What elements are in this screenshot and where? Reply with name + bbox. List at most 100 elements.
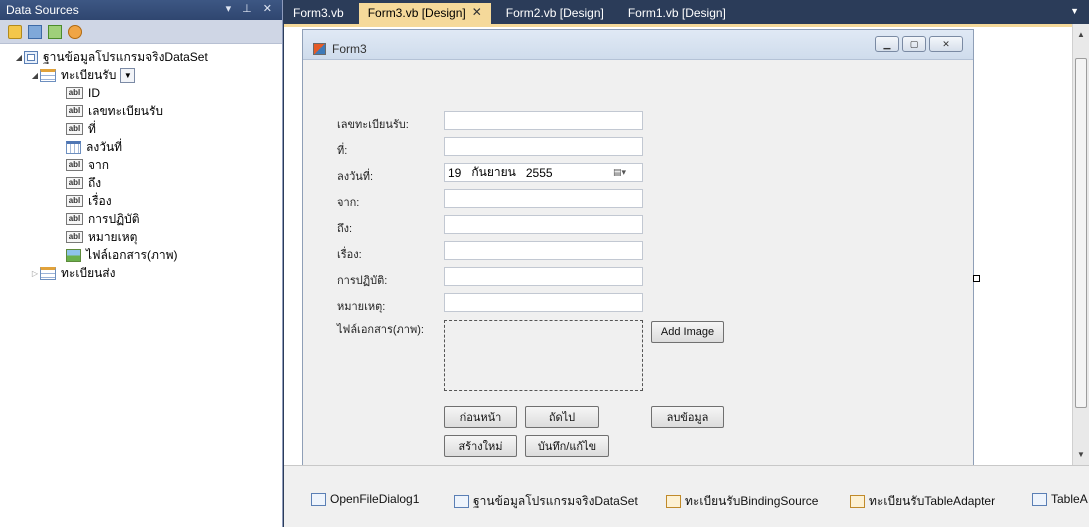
textbox-icon: abl	[66, 213, 83, 225]
expand-arrow-icon[interactable]: ◢	[14, 53, 24, 62]
tray-label: OpenFileDialog1	[330, 492, 420, 506]
field-list: abl ID abl เลขทะเบียนรับ abl ที่ ลงวันที่ abl จา…	[0, 84, 282, 264]
tableadapter-icon	[1032, 492, 1047, 506]
tab-form3-code[interactable]: Form3.vb	[284, 3, 353, 24]
component-tray: OpenFileDialog1 ฐานข้อมูลโปรแกรมจริงData…	[284, 465, 1089, 527]
subject-field[interactable]	[444, 241, 643, 260]
form-titlebar: Form3 ▁ ▢ ✕	[303, 30, 973, 60]
tabs-dropdown-icon[interactable]: ▼	[1070, 6, 1079, 16]
form3-window[interactable]: Form3 ▁ ▢ ✕ เลขทะเบียนรับ: ที่: ลงวันที่…	[302, 29, 974, 466]
textbox-icon: abl	[66, 105, 83, 117]
configure-dataset-icon[interactable]	[48, 24, 62, 39]
table-icon	[40, 68, 56, 82]
textbox-icon: abl	[66, 123, 83, 135]
tree-field[interactable]: abl เลขทะเบียนรับ	[0, 102, 282, 120]
textbox-icon: abl	[66, 87, 83, 99]
table-sent-label: ทะเบียนส่ง	[61, 265, 116, 280]
designer-vertical-scrollbar[interactable]: ▲ ▼	[1072, 24, 1089, 465]
edit-dataset-icon[interactable]	[28, 24, 42, 39]
scroll-down-icon[interactable]: ▼	[1077, 450, 1085, 459]
resize-handle[interactable]	[973, 275, 980, 282]
add-image-button[interactable]: Add Image	[651, 321, 724, 343]
tree-field[interactable]: abl ที่	[0, 120, 282, 138]
from-field[interactable]	[444, 189, 643, 208]
tray-bindingsource[interactable]: ทะเบียนรับBindingSource	[666, 492, 818, 511]
chevron-down-icon[interactable]: ▼	[120, 67, 136, 83]
date-day: 19	[448, 165, 462, 180]
panel-window-controls[interactable]: ▾ ⊥ ✕	[226, 2, 276, 15]
scrollbar-thumb[interactable]	[1075, 58, 1087, 408]
label-note: หมายเหตุ:	[337, 301, 386, 313]
collapse-arrow-icon[interactable]: ▷	[30, 269, 40, 278]
form-designer-surface[interactable]: Form3 ▁ ▢ ✕ เลขทะเบียนรับ: ที่: ลงวันที่…	[284, 24, 1089, 466]
tab-label: Form2.vb [Design]	[505, 6, 604, 20]
at-field[interactable]	[444, 137, 643, 156]
field-label: ไฟล์เอกสาร(ภาพ)	[86, 247, 178, 262]
note-field[interactable]	[444, 293, 643, 312]
next-button[interactable]: ถัดไป	[525, 406, 599, 428]
tray-label: ทะเบียนรับBindingSource	[685, 494, 819, 508]
add-datasource-icon[interactable]	[8, 24, 22, 39]
label-at: ที่:	[337, 145, 348, 157]
expand-arrow-icon[interactable]: ◢	[30, 71, 40, 80]
dataset-icon	[454, 495, 469, 508]
textbox-icon: abl	[66, 195, 83, 207]
maximize-icon[interactable]: ▢	[902, 36, 926, 52]
field-label: เลขทะเบียนรับ	[88, 103, 164, 118]
minimize-icon[interactable]: ▁	[875, 36, 899, 52]
tree-field[interactable]: abl การปฏิบัติ	[0, 210, 282, 228]
tray-dataset[interactable]: ฐานข้อมูลโปรแกรมจริงDataSet	[454, 492, 638, 511]
tab-form2-design[interactable]: Form2.vb [Design]	[497, 3, 613, 24]
label-reg-no: เลขทะเบียนรับ:	[337, 119, 409, 131]
field-label: ถึง	[88, 175, 102, 190]
tray-openfiledialog[interactable]: OpenFileDialog1	[311, 492, 419, 506]
scroll-up-icon[interactable]: ▲	[1077, 30, 1085, 39]
tree-field[interactable]: ลงวันที่	[0, 138, 282, 156]
date-month: กันยายน	[471, 165, 516, 179]
date-picker[interactable]: 19 กันยายน 2555 ▤▾	[444, 163, 643, 182]
dataset-icon	[24, 50, 38, 64]
to-field[interactable]	[444, 215, 643, 234]
calendar-dropdown-icon[interactable]: ▤▾	[613, 167, 626, 178]
tab-form3-design[interactable]: Form3.vb [Design] ✕	[358, 3, 491, 24]
close-icon[interactable]: ✕	[929, 36, 963, 52]
field-label: ID	[88, 86, 100, 100]
label-action: การปฏิบัติ:	[337, 275, 388, 287]
reg-no-field[interactable]	[444, 111, 643, 130]
field-label: เรื่อง	[88, 193, 112, 208]
label-file: ไฟล์เอกสาร(ภาพ):	[337, 324, 424, 336]
tray-tableadapter[interactable]: ทะเบียนรับTableAdapter	[850, 492, 995, 511]
tab-label: Form3.vb [Design]	[367, 6, 466, 20]
tree-field[interactable]: abl ID	[0, 84, 282, 102]
tree-field[interactable]: ไฟล์เอกสาร(ภาพ)	[0, 246, 282, 264]
tab-label: Form3.vb	[293, 6, 344, 20]
tree-field[interactable]: abl เรื่อง	[0, 192, 282, 210]
save-button[interactable]: บันทึก/แก้ไข	[525, 435, 609, 457]
previous-button[interactable]: ก่อนหน้า	[444, 406, 517, 428]
tree-field[interactable]: abl ถึง	[0, 174, 282, 192]
label-to: ถึง:	[337, 223, 353, 235]
label-date: ลงวันที่:	[337, 171, 374, 183]
tree-field[interactable]: abl หมายเหตุ	[0, 228, 282, 246]
field-label: จาก	[88, 157, 110, 172]
data-sources-titlebar: Data Sources ▾ ⊥ ✕	[0, 0, 282, 20]
field-label: ลงวันที่	[86, 139, 123, 154]
new-button[interactable]: สร้างใหม่	[444, 435, 517, 457]
tree-field[interactable]: abl จาก	[0, 156, 282, 174]
bindingsource-icon	[666, 495, 681, 508]
tray-label: ทะเบียนรับTableAdapter	[869, 494, 996, 508]
tray-label: ฐานข้อมูลโปรแกรมจริงDataSet	[473, 494, 638, 508]
tree-table-received[interactable]: ◢ ทะเบียนรับ ▼	[0, 66, 282, 84]
tray-label: TableA	[1051, 492, 1088, 506]
table-received-label: ทะเบียนรับ	[61, 67, 117, 82]
table-icon	[40, 266, 56, 280]
tray-tableadapter-2[interactable]: TableA	[1032, 492, 1088, 506]
tab-form1-design[interactable]: Form1.vb [Design]	[619, 3, 735, 24]
delete-button[interactable]: ลบข้อมูล	[651, 406, 724, 428]
refresh-icon[interactable]	[68, 24, 82, 39]
close-icon[interactable]: ✕	[472, 6, 482, 19]
action-field[interactable]	[444, 267, 643, 286]
document-picturebox[interactable]	[444, 320, 643, 391]
tree-dataset[interactable]: ◢ ฐานข้อมูลโปรแกรมจริงDataSet	[0, 48, 282, 66]
tree-table-sent[interactable]: ▷ ทะเบียนส่ง	[0, 264, 282, 282]
